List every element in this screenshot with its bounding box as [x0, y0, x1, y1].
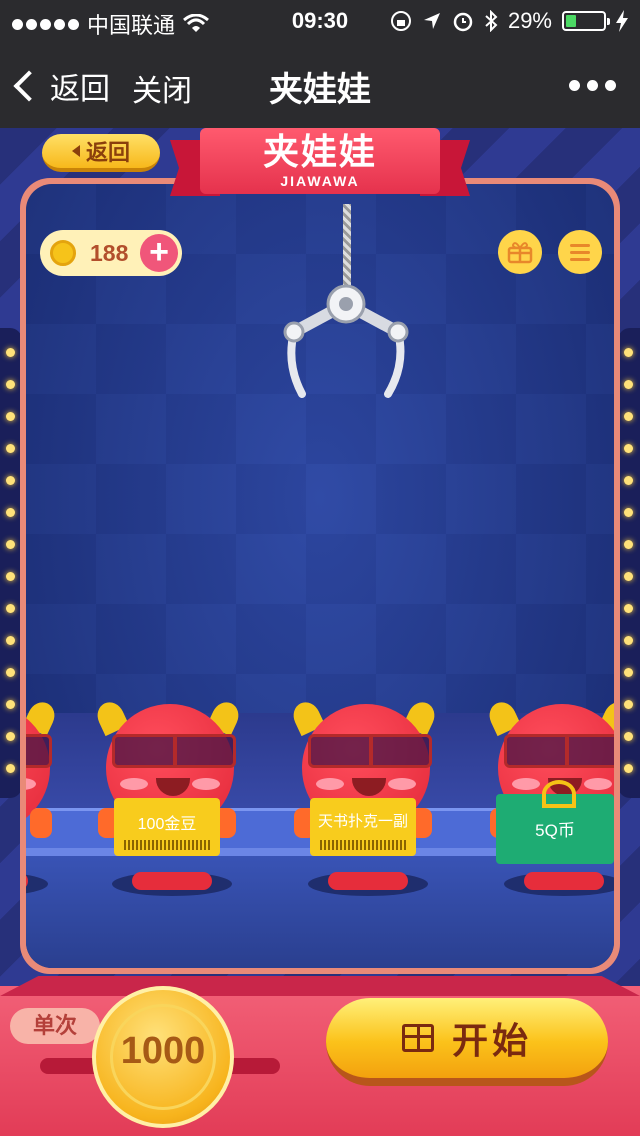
gift-icon — [401, 1024, 434, 1052]
claw-icon — [283, 284, 409, 398]
sunglasses-icon — [112, 734, 236, 768]
alarm-icon — [453, 12, 473, 32]
light-bulb — [624, 508, 633, 517]
sunglasses-icon — [504, 734, 614, 768]
light-bulb — [624, 700, 633, 709]
doll-prize-3: 5Q币 — [484, 696, 614, 896]
cabinet-screen: 188 + 100金豆 天书扑克一副 5Q币 — [26, 184, 614, 968]
battery-percent: 29% — [507, 8, 552, 33]
add-coins-button[interactable]: + — [140, 234, 178, 272]
light-bulb — [6, 668, 15, 677]
light-bulb — [624, 668, 633, 677]
light-bulb — [624, 380, 633, 389]
lock-rotation-icon — [390, 11, 411, 31]
left-light-strip — [0, 328, 22, 798]
light-bulb — [6, 732, 15, 741]
banner-subtitle: JIAWAWA — [280, 173, 360, 189]
cost-value: 1000 — [120, 1030, 206, 1072]
single-play-label: 单次 — [10, 1008, 100, 1044]
light-bulb — [624, 636, 633, 645]
light-bulb — [6, 380, 15, 389]
gift-icon — [507, 242, 533, 264]
banner-title: 夹娃娃 — [262, 131, 377, 172]
light-bulb — [6, 636, 15, 645]
prize-gift-box: 5Q币 — [496, 780, 614, 864]
light-bulb — [624, 444, 633, 453]
bluetooth-icon — [485, 10, 498, 32]
start-label: 开始 — [451, 1020, 532, 1061]
start-button[interactable]: 开始 — [326, 998, 608, 1086]
status-bar: 中国联通 09:30 29% — [0, 0, 640, 40]
navbar: 返回 关闭 夹娃娃 — [0, 40, 640, 128]
doll-prize-2: 天书扑克一副 — [288, 696, 444, 896]
game-return-button[interactable]: 返回 — [42, 134, 160, 172]
light-bulb — [6, 700, 15, 709]
light-bulb — [624, 348, 633, 357]
light-bulb — [6, 444, 15, 453]
light-bulb — [6, 572, 15, 581]
title-banner: 夹娃娃 JIAWAWA — [170, 128, 470, 204]
menu-button[interactable] — [558, 230, 602, 274]
light-bulb — [624, 764, 633, 773]
light-bulb — [6, 348, 15, 357]
light-bulb — [6, 476, 15, 485]
claw-game: 返回 夹娃娃 JIAWAWA 188 + 100金豆 天书扑克一副 5Q币 单次… — [0, 128, 640, 1136]
light-bulb — [624, 540, 633, 549]
light-bulb — [624, 732, 633, 741]
coin-balance: 188 + — [40, 230, 182, 276]
gift-button[interactable] — [498, 230, 542, 274]
charging-icon — [616, 10, 628, 32]
cost-coin: 1000 — [92, 986, 234, 1128]
game-return-label: 返回 — [85, 140, 130, 165]
claw-cabinet: 188 + 100金豆 天书扑克一副 5Q币 — [20, 178, 620, 974]
sunglasses-icon — [308, 734, 432, 768]
light-bulb — [624, 604, 633, 613]
light-bulb — [6, 508, 15, 517]
light-bulb — [624, 412, 633, 421]
light-bulb — [6, 412, 15, 421]
light-bulb — [6, 540, 15, 549]
page-title: 夹娃娃 — [269, 71, 371, 109]
menu-icon — [570, 240, 590, 265]
light-bulb — [624, 476, 633, 485]
location-icon — [423, 13, 440, 29]
doll-partial — [26, 696, 64, 896]
banner-plate: 夹娃娃 JIAWAWA — [200, 128, 440, 194]
battery-icon — [562, 11, 610, 31]
coin-icon — [50, 240, 76, 266]
prize-ticket: 天书扑克一副 — [310, 798, 416, 856]
coin-balance-value: 188 — [90, 239, 129, 266]
battery-fill — [566, 15, 576, 27]
control-bar: 单次 1000 开始 — [0, 986, 640, 1136]
claw — [276, 204, 416, 424]
light-bulb — [624, 572, 633, 581]
more-dots-icon[interactable] — [569, 80, 616, 91]
light-bulb — [6, 764, 15, 773]
caret-left-icon — [71, 145, 80, 157]
prize-ticket: 100金豆 — [114, 798, 220, 856]
light-bulb — [6, 604, 15, 613]
right-light-strip — [618, 328, 640, 798]
doll-prize-1: 100金豆 — [92, 696, 248, 896]
